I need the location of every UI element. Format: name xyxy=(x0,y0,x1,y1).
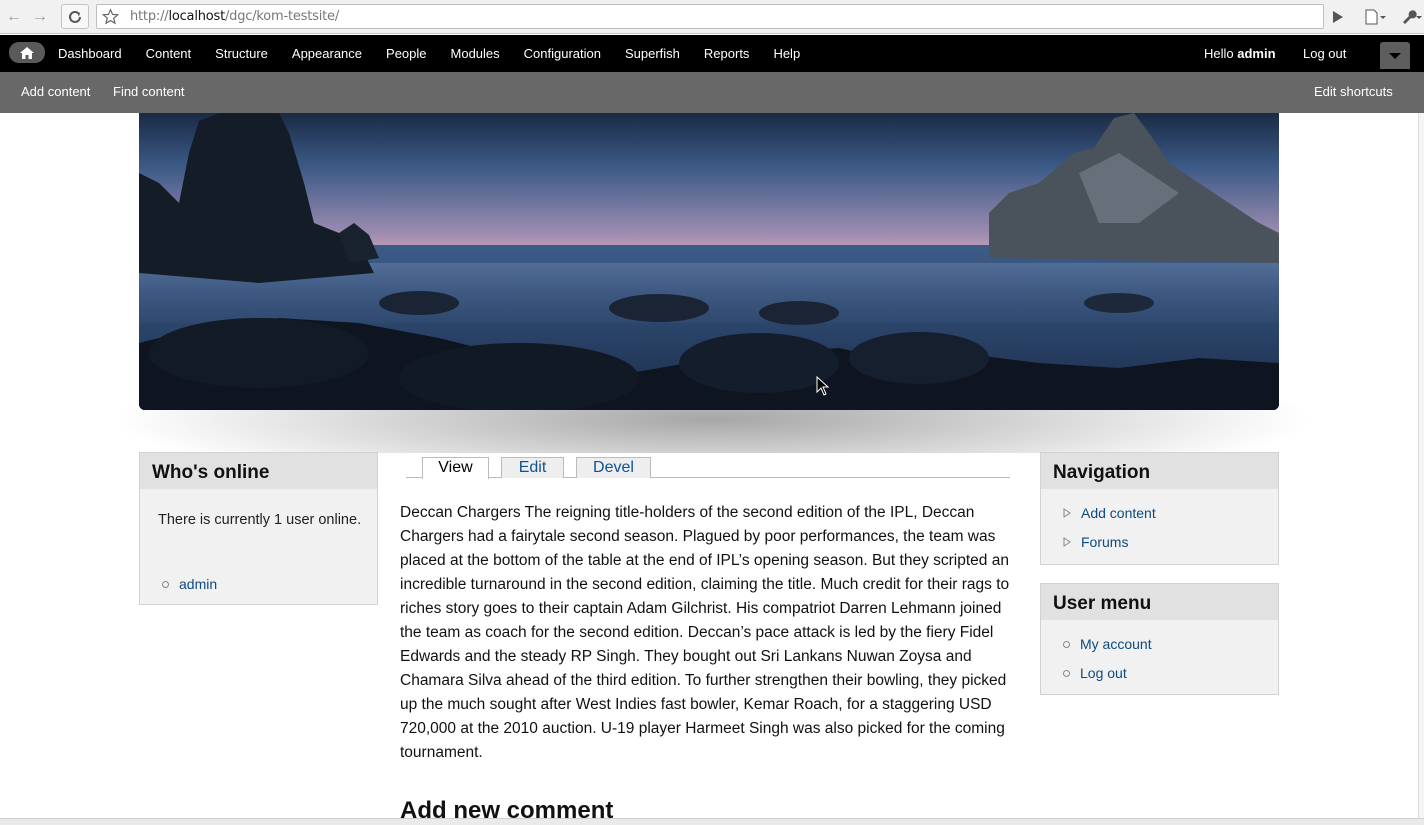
tab-devel[interactable]: Devel xyxy=(576,457,651,478)
back-arrow-icon[interactable]: ← xyxy=(3,6,25,28)
online-user-item: admin xyxy=(162,576,217,592)
reload-button[interactable] xyxy=(61,4,89,29)
node-tabs: View Edit Devel xyxy=(406,457,1010,479)
user-menu-item-logout: Log out xyxy=(1063,665,1127,681)
user-menu-item-account: My account xyxy=(1063,636,1152,652)
header-banner-image xyxy=(139,113,1279,410)
bookmark-star-icon[interactable] xyxy=(102,8,119,25)
circle-bullet-icon xyxy=(162,580,169,588)
play-icon[interactable] xyxy=(1327,4,1349,29)
chevron-down-icon xyxy=(1389,52,1401,59)
admin-menu-modules[interactable]: Modules xyxy=(451,46,500,61)
circle-bullet-icon xyxy=(1063,669,1070,677)
username-link[interactable]: admin xyxy=(1237,46,1275,61)
whos-online-text: There is currently 1 user online. xyxy=(158,512,362,528)
admin-menu-configuration[interactable]: Configuration xyxy=(524,46,601,61)
browser-toolbar: ← → http://localhost/dgc/kom-testsite/ xyxy=(0,0,1424,34)
address-bar[interactable]: http://localhost/dgc/kom-testsite/ xyxy=(96,4,1324,29)
whos-online-title: Who's online xyxy=(140,453,377,489)
tab-edit[interactable]: Edit xyxy=(501,457,564,478)
url-text: http://localhost/dgc/kom-testsite/ xyxy=(130,9,340,24)
reload-icon xyxy=(69,10,81,23)
user-menu-block: User menu My account Log out xyxy=(1040,583,1279,695)
nav-item-forums: Forums xyxy=(1063,534,1128,550)
admin-menu-content[interactable]: Content xyxy=(146,46,192,61)
admin-menu-reports[interactable]: Reports xyxy=(704,46,750,61)
circle-bullet-icon xyxy=(1063,640,1070,648)
horizontal-scrollbar[interactable] xyxy=(0,818,1424,825)
user-menu-link-my-account[interactable]: My account xyxy=(1080,636,1152,652)
nav-link-add-content[interactable]: Add content xyxy=(1081,505,1156,521)
navigation-block: Navigation Add content Forums xyxy=(1040,452,1279,565)
vertical-scrollbar[interactable] xyxy=(1418,113,1424,818)
admin-menu-structure[interactable]: Structure xyxy=(215,46,268,61)
forward-arrow-icon[interactable]: → xyxy=(29,6,51,28)
user-menu-link-logout[interactable]: Log out xyxy=(1080,665,1127,681)
article-body: Deccan Chargers The reigning title-holde… xyxy=(400,504,1010,761)
admin-menu-dashboard[interactable]: Dashboard xyxy=(58,46,122,61)
home-icon xyxy=(20,46,34,59)
home-button[interactable] xyxy=(9,42,45,63)
admin-menu-people[interactable]: People xyxy=(386,46,426,61)
shortcut-add-content[interactable]: Add content xyxy=(21,84,90,99)
shortcut-drawer-toggle[interactable] xyxy=(1380,42,1410,69)
user-greeting: Hello admin xyxy=(1204,35,1276,72)
greeting-text: Hello xyxy=(1204,46,1234,61)
whos-online-block: Who's online There is currently 1 user o… xyxy=(139,452,378,605)
tab-view[interactable]: View xyxy=(422,457,489,479)
user-menu-title: User menu xyxy=(1041,584,1278,620)
logout-link[interactable]: Log out xyxy=(1303,35,1346,72)
admin-menu-appearance[interactable]: Appearance xyxy=(292,46,362,61)
admin-menu-superfish[interactable]: Superfish xyxy=(625,46,680,61)
admin-menu: Dashboard Content Structure Appearance P… xyxy=(58,35,824,72)
triangle-bullet-icon xyxy=(1063,537,1071,547)
navigation-title: Navigation xyxy=(1041,453,1278,489)
wrench-icon[interactable] xyxy=(1398,4,1424,29)
mouse-cursor-icon xyxy=(816,376,830,396)
nav-item-add-content: Add content xyxy=(1063,505,1156,521)
online-user-link[interactable]: admin xyxy=(179,576,217,592)
page-menu-icon[interactable] xyxy=(1360,4,1390,29)
seascape-image xyxy=(139,113,1279,410)
edit-shortcuts-link[interactable]: Edit shortcuts xyxy=(1314,84,1393,99)
shortcut-bar: Add content Find content Edit shortcuts xyxy=(0,72,1424,113)
triangle-bullet-icon xyxy=(1063,508,1071,518)
nav-link-forums[interactable]: Forums xyxy=(1081,534,1128,550)
admin-menu-help[interactable]: Help xyxy=(773,46,800,61)
admin-toolbar: Dashboard Content Structure Appearance P… xyxy=(0,35,1424,72)
shortcut-find-content[interactable]: Find content xyxy=(113,84,185,99)
